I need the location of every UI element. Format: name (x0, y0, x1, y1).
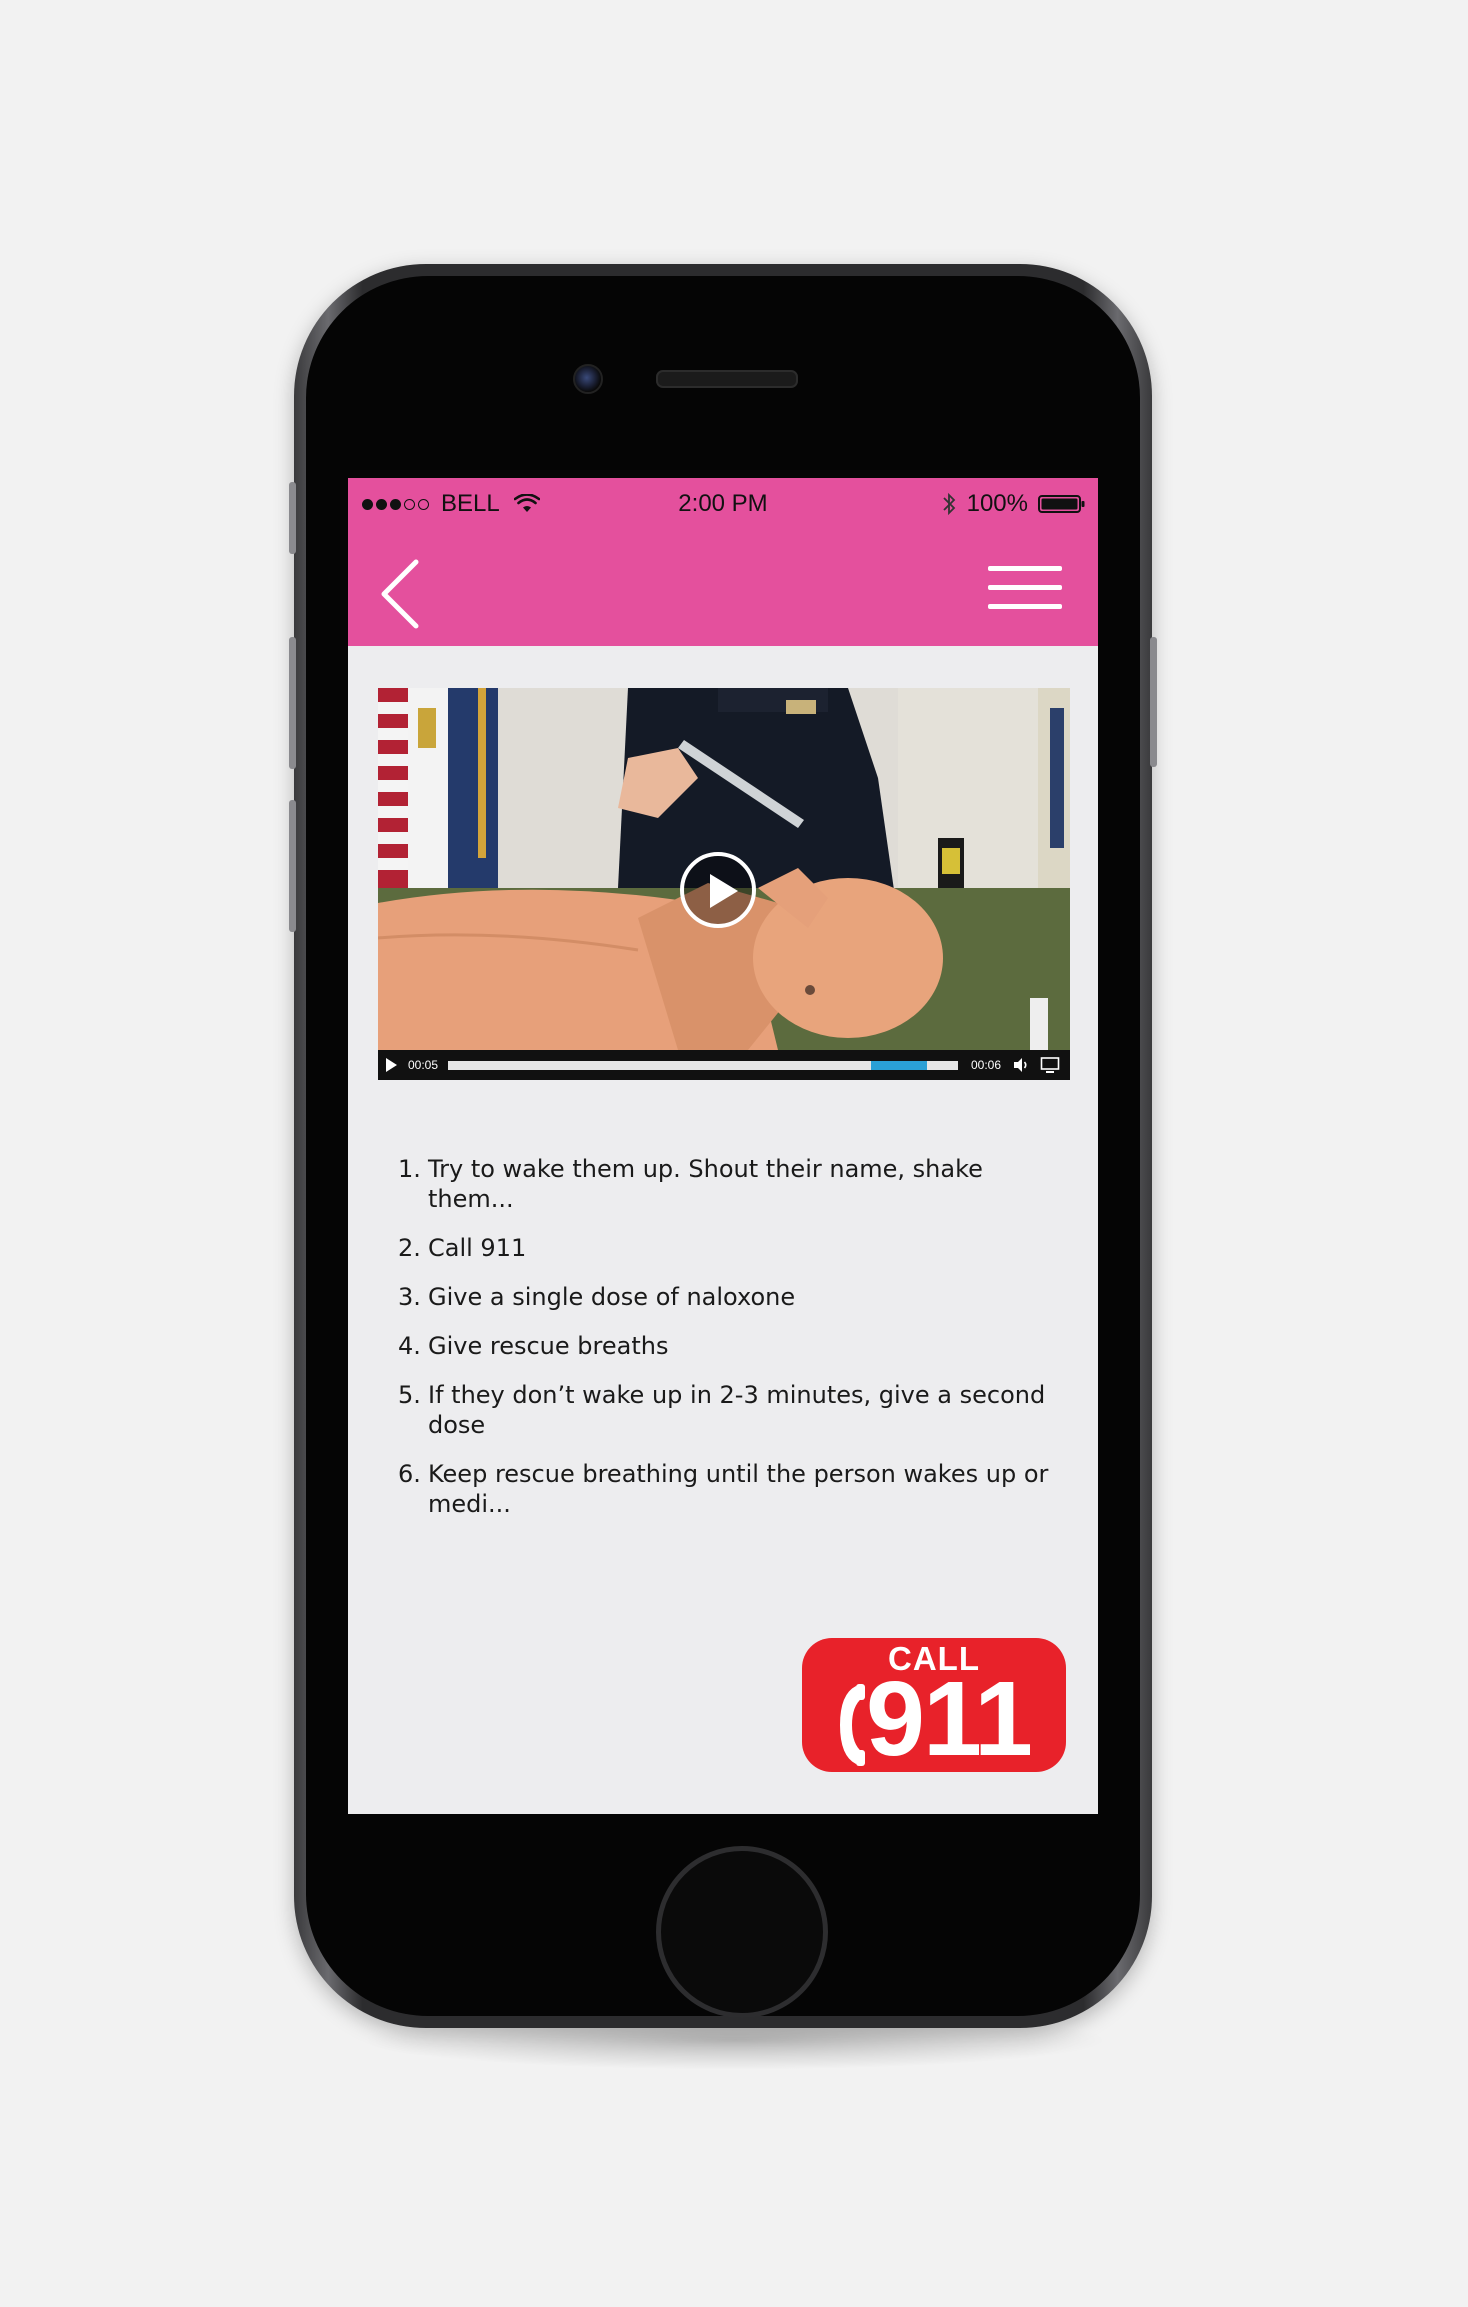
step-text: Keep rescue breathing until the person w… (428, 1460, 1049, 1518)
menu-line (988, 566, 1062, 571)
phone-handset-icon (840, 1684, 865, 1766)
mute-switch (289, 482, 296, 554)
step-number: 5. (398, 1381, 421, 1409)
step-text: Give a single dose of naloxone (428, 1283, 796, 1311)
list-item: 1. Try to wake them up. Shout their name,… (398, 1154, 1070, 1214)
seek-buffered (871, 1061, 927, 1070)
status-bar: BELL 2:00 PM 100% (348, 478, 1098, 530)
list-item: 6. Keep rescue breathing until the person… (398, 1459, 1070, 1519)
menu-line (988, 585, 1062, 590)
home-button[interactable] (656, 1846, 828, 2018)
earpiece-speaker (656, 370, 798, 388)
instructions-list: 1. Try to wake them up. Shout their name,… (398, 1154, 1070, 1538)
front-camera (573, 364, 603, 394)
step-number: 1. (398, 1155, 421, 1183)
duration-time: 00:06 (971, 1058, 1002, 1072)
video-player[interactable]: 00:05 00:06 (378, 688, 1070, 1080)
current-time: 00:05 (408, 1058, 439, 1072)
call-911-button[interactable]: CALL 911 (802, 1638, 1066, 1772)
fullscreen-icon[interactable] (1040, 1056, 1060, 1074)
step-text: Try to wake them up. Shout their name, s… (428, 1155, 983, 1213)
chevron-left-icon[interactable] (378, 558, 422, 630)
volume-down-button (289, 800, 296, 932)
list-item: 2. Call 911 (398, 1233, 1070, 1263)
step-text: If they don’t wake up in 2-3 minutes, gi… (428, 1381, 1046, 1439)
bluetooth-icon (942, 492, 955, 516)
menu-line (988, 604, 1062, 609)
list-item: 4. Give rescue breaths (398, 1331, 1070, 1361)
call-number: 911 (866, 1660, 1033, 1772)
list-item: 3. Give a single dose of naloxone (398, 1282, 1070, 1312)
nav-bar (348, 530, 1098, 646)
battery-icon (1038, 495, 1085, 513)
hamburger-menu-icon[interactable] (988, 566, 1062, 610)
step-number: 3. (398, 1283, 421, 1311)
list-item: 5. If they don’t wake up in 2-3 minutes, … (398, 1380, 1070, 1440)
seek-bar[interactable] (448, 1061, 958, 1070)
step-number: 2. (398, 1234, 421, 1262)
power-button (1150, 637, 1157, 767)
app-screen: BELL 2:00 PM 100% 00:05 00:06 1. Try to … (348, 478, 1098, 1814)
volume-up-button (289, 637, 296, 769)
mockup-stage: BELL 2:00 PM 100% 00:05 00:06 1. Try to … (0, 0, 1468, 2307)
step-text: Call 911 (428, 1234, 527, 1262)
step-number: 6. (398, 1460, 421, 1488)
play-icon[interactable] (386, 1058, 397, 1072)
step-number: 4. (398, 1332, 421, 1360)
volume-icon[interactable] (1012, 1056, 1030, 1074)
status-right: 100% (941, 490, 1086, 518)
play-icon (710, 874, 738, 908)
video-controls: 00:05 00:06 (378, 1050, 1070, 1080)
step-text: Give rescue breaths (428, 1332, 669, 1360)
play-overlay-button[interactable] (680, 852, 756, 928)
battery-percent: 100% (966, 490, 1028, 517)
